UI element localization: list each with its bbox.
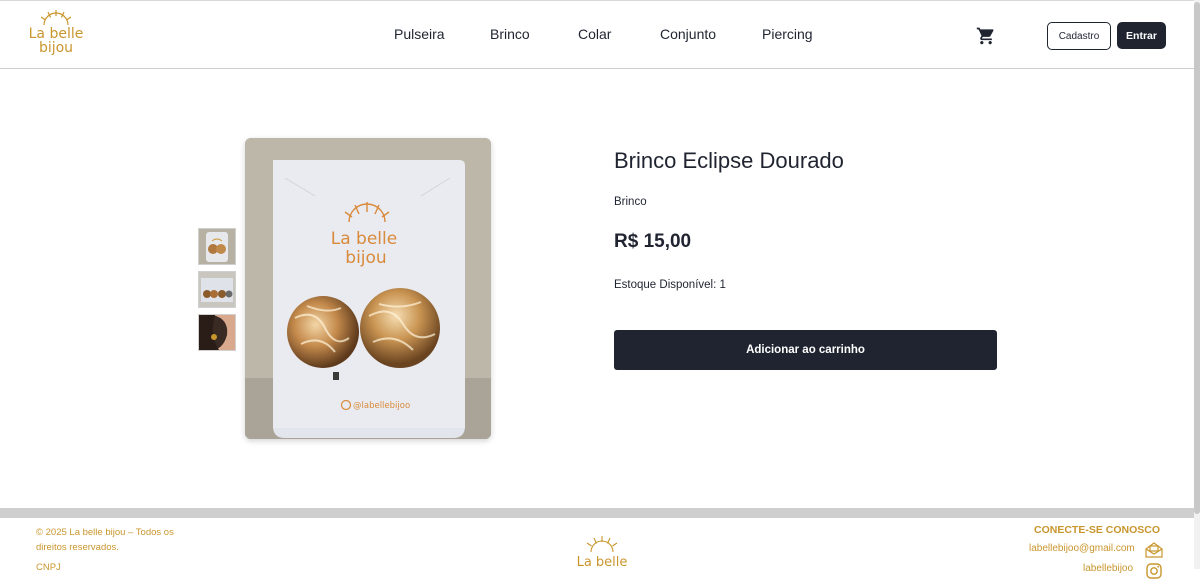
card-brand-line1: La belle xyxy=(331,229,397,249)
footer-divider xyxy=(0,508,1194,518)
product-price: R$ 15,00 xyxy=(614,231,692,252)
nav-item-conjunto[interactable]: Conjunto xyxy=(660,26,716,42)
card-brand-line2: bijou xyxy=(345,248,386,268)
register-button[interactable]: Cadastro xyxy=(1047,22,1111,50)
product-thumbnail-2[interactable] xyxy=(198,271,236,308)
login-button[interactable]: Entrar xyxy=(1117,22,1166,49)
nav-item-piercing[interactable]: Piercing xyxy=(762,26,813,42)
product-category: Brinco xyxy=(614,196,647,208)
product-main-image[interactable]: La belle bijou @labellebijoo xyxy=(245,138,491,439)
scrollbar-thumb[interactable] xyxy=(1194,2,1200,514)
card-handle: @labellebijoo xyxy=(353,401,410,411)
footer-logo-text: La belle xyxy=(577,555,628,570)
footer-cnpj: CNPJ xyxy=(36,562,61,573)
mail-icon[interactable] xyxy=(1144,541,1164,559)
footer-email[interactable]: labellebijoo@gmail.com xyxy=(1029,543,1135,554)
footer-sun-icon: La belle xyxy=(577,536,628,570)
nav-item-colar[interactable]: Colar xyxy=(578,26,611,42)
nav-item-brinco[interactable]: Brinco xyxy=(490,26,530,42)
add-to-cart-button[interactable]: Adicionar ao carrinho xyxy=(614,330,997,370)
footer-connect-title: CONECTE-SE CONOSCO xyxy=(1033,524,1160,536)
product-thumbnail-3[interactable] xyxy=(198,314,236,351)
logo-line2: bijou xyxy=(38,40,74,56)
sun-icon xyxy=(40,10,72,26)
footer-copyright: © 2025 La belle bijou – Todos os direito… xyxy=(36,527,174,553)
brand-logo[interactable]: La belle bijou xyxy=(28,7,84,65)
product-title: Brinco Eclipse Dourado xyxy=(614,148,844,173)
product-stock: Estoque Disponível: 1 xyxy=(614,279,726,291)
site-header: La belle bijou Pulseira Brinco Colar Con… xyxy=(0,0,1194,69)
footer-logo[interactable]: La belle xyxy=(572,532,632,572)
logo-line1: La belle xyxy=(28,26,84,42)
product-thumbnail-1[interactable] xyxy=(198,228,236,265)
instagram-icon[interactable] xyxy=(1145,562,1163,580)
nav-item-pulseira[interactable]: Pulseira xyxy=(394,26,445,42)
cart-icon[interactable] xyxy=(976,26,996,46)
